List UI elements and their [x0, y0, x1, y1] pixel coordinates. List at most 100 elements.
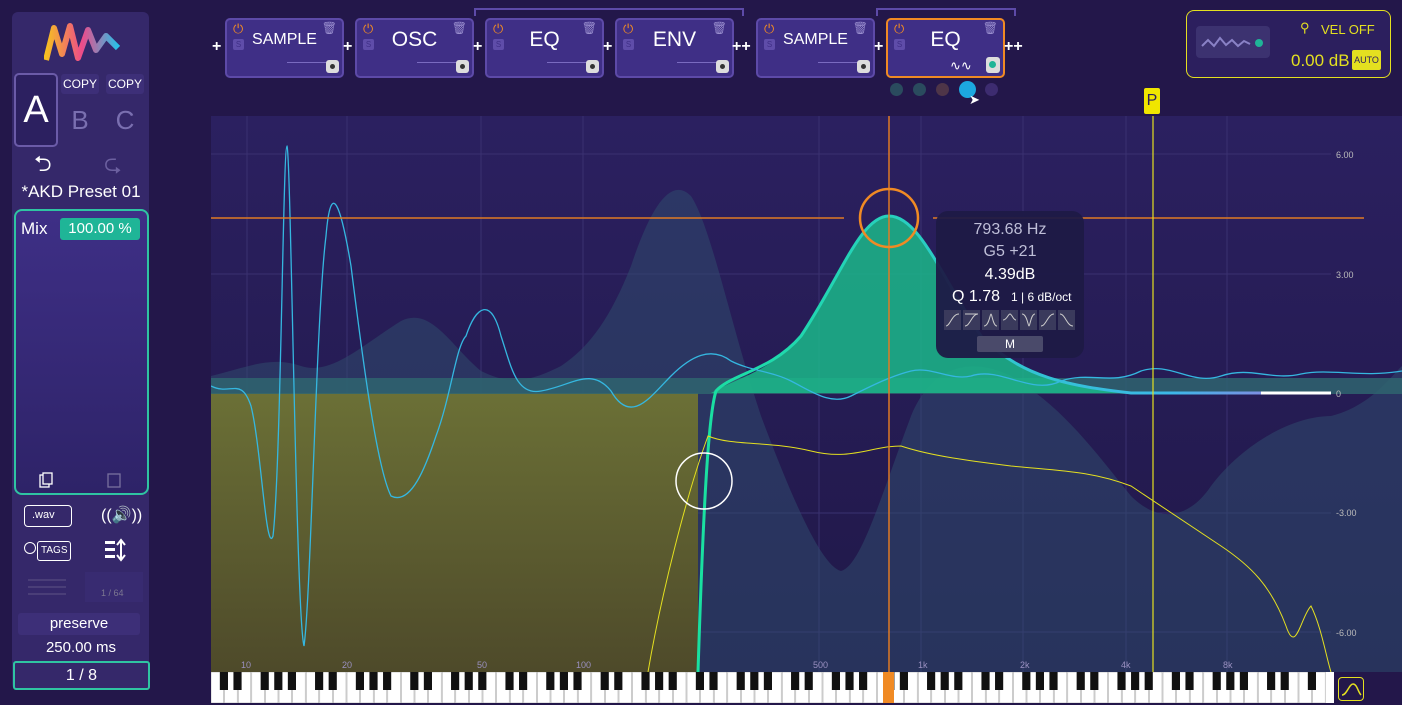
add-module-button[interactable]: + — [473, 38, 482, 56]
grid-button[interactable] — [24, 572, 70, 602]
black-key[interactable] — [1226, 672, 1235, 690]
mix-value-field[interactable]: 100.00 % — [60, 218, 140, 240]
auto-button[interactable]: AUTO — [1352, 50, 1381, 70]
black-key[interactable] — [831, 672, 840, 690]
module-env[interactable]: ⏻ S 🗑 ENV — [615, 18, 734, 78]
module-osc[interactable]: ⏻ S 🗑 OSC — [355, 18, 474, 78]
black-key[interactable] — [791, 672, 800, 690]
black-key[interactable] — [219, 672, 228, 690]
black-key[interactable] — [1280, 672, 1289, 690]
velocity-label[interactable]: VEL OFF — [1321, 22, 1375, 37]
black-key[interactable] — [763, 672, 772, 690]
black-key[interactable] — [559, 672, 568, 690]
black-key[interactable] — [940, 672, 949, 690]
piano-keys[interactable] — [211, 672, 1326, 703]
black-key[interactable] — [423, 672, 432, 690]
module-eq-1[interactable]: ⏻ S 🗑 EQ — [485, 18, 604, 78]
mode-button[interactable]: M — [977, 336, 1043, 352]
module-knob[interactable] — [326, 60, 339, 73]
module-sample-1[interactable]: ⏻ S 🗑 SAMPLE — [225, 18, 344, 78]
velocity-value[interactable]: 0.00 dB — [1291, 51, 1350, 71]
black-key[interactable] — [478, 672, 487, 690]
page-indicator[interactable]: 1 / 8 — [13, 661, 150, 690]
black-key[interactable] — [410, 672, 419, 690]
tags-toggle[interactable] — [24, 542, 36, 554]
black-key[interactable] — [1090, 672, 1099, 690]
black-key[interactable] — [274, 672, 283, 690]
module-knob[interactable] — [857, 60, 870, 73]
tooltip-gain[interactable]: 4.39dB — [936, 266, 1084, 284]
tooltip-slope[interactable]: 1 | 6 dB/oct — [1011, 290, 1072, 304]
envelope-toggle-icon[interactable] — [1338, 677, 1364, 701]
sort-icon[interactable] — [104, 538, 126, 562]
black-key[interactable] — [519, 672, 528, 690]
black-key[interactable] — [600, 672, 609, 690]
add-module-button[interactable]: + — [212, 38, 221, 56]
black-key[interactable] — [464, 672, 473, 690]
black-key[interactable] — [1131, 672, 1140, 690]
black-key[interactable] — [641, 672, 650, 690]
add-module-button[interactable]: + — [343, 38, 352, 56]
undo-icon[interactable]: ⮌ — [34, 147, 52, 185]
black-key[interactable] — [369, 672, 378, 690]
black-key[interactable] — [1307, 672, 1316, 690]
copy-to-b-button[interactable]: COPY — [61, 74, 99, 94]
black-key[interactable] — [260, 672, 269, 690]
module-knob[interactable] — [456, 60, 469, 73]
black-key[interactable] — [573, 672, 582, 690]
add-module-button[interactable]: ++ — [732, 38, 751, 56]
preset-slot-c[interactable]: C — [106, 105, 144, 136]
black-key[interactable] — [1185, 672, 1194, 690]
eq-graph[interactable]: 6.00 3.00 0 -3.00 -6.00 10 20 50 100 500… — [211, 116, 1402, 672]
velocity-meter[interactable] — [1196, 26, 1270, 58]
tags-button[interactable]: TAGS — [37, 541, 71, 561]
page-dot[interactable] — [985, 83, 998, 96]
black-key[interactable] — [505, 672, 514, 690]
black-key[interactable] — [954, 672, 963, 690]
preset-slot-a[interactable]: A — [14, 73, 58, 147]
black-key[interactable] — [1117, 672, 1126, 690]
page-dot[interactable] — [936, 83, 949, 96]
page-dot[interactable] — [890, 83, 903, 96]
black-key[interactable] — [1212, 672, 1221, 690]
time-value[interactable]: 250.00 ms — [14, 639, 148, 656]
paste-icon[interactable] — [107, 472, 121, 488]
black-key[interactable] — [695, 672, 704, 690]
black-key[interactable] — [287, 672, 296, 690]
tooltip-q[interactable]: Q 1.78 — [952, 288, 1000, 306]
black-key[interactable] — [845, 672, 854, 690]
black-key[interactable] — [927, 672, 936, 690]
black-key[interactable] — [355, 672, 364, 690]
black-key[interactable] — [736, 672, 745, 690]
black-key[interactable] — [1144, 672, 1153, 690]
module-knob[interactable] — [586, 60, 599, 73]
p-marker[interactable]: P — [1144, 88, 1160, 114]
black-key[interactable] — [709, 672, 718, 690]
black-key[interactable] — [859, 672, 868, 690]
black-key[interactable] — [233, 672, 242, 690]
black-key[interactable] — [546, 672, 555, 690]
black-key[interactable] — [899, 672, 908, 690]
add-module-button[interactable]: ++ — [1004, 38, 1023, 56]
black-key[interactable] — [451, 672, 460, 690]
copy-to-c-button[interactable]: COPY — [106, 74, 144, 94]
black-key[interactable] — [668, 672, 677, 690]
piano-keyboard[interactable] — [211, 672, 1334, 703]
active-key[interactable] — [883, 672, 894, 703]
tooltip-frequency[interactable]: 793.68 Hz — [936, 221, 1084, 239]
preset-slot-b[interactable]: B — [61, 105, 99, 136]
black-key[interactable] — [614, 672, 623, 690]
black-key[interactable] — [1049, 672, 1058, 690]
black-key[interactable] — [1076, 672, 1085, 690]
black-key[interactable] — [1022, 672, 1031, 690]
redo-icon[interactable]: ⮎ — [104, 147, 122, 185]
black-key[interactable] — [383, 672, 392, 690]
page-dot[interactable] — [913, 83, 926, 96]
module-knob[interactable] — [716, 60, 729, 73]
black-key[interactable] — [804, 672, 813, 690]
black-key[interactable] — [328, 672, 337, 690]
black-key[interactable] — [655, 672, 664, 690]
speaker-icon[interactable]: ((🔊)) — [101, 505, 142, 525]
preset-name[interactable]: *AKD Preset 01 — [14, 182, 148, 202]
black-key[interactable] — [981, 672, 990, 690]
